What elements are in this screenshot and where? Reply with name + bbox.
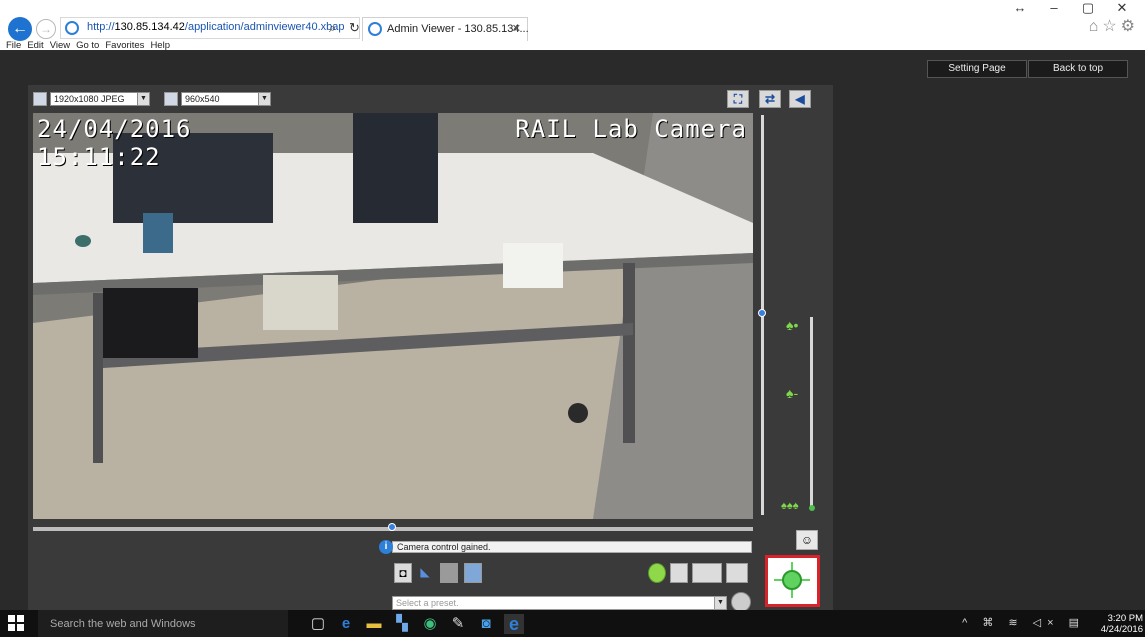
audio-icon[interactable]: ◀ xyxy=(789,90,811,108)
chevron-down-icon[interactable]: ▼ xyxy=(258,93,270,105)
osd-time: 15:11:22 xyxy=(37,143,161,171)
preset-placeholder: Select a preset. xyxy=(396,598,459,608)
menu-bar: File Edit View Go to Favorites Help xyxy=(0,40,1145,52)
file-explorer-icon[interactable]: ▬ xyxy=(364,614,384,634)
search-icon[interactable]: ⌕ xyxy=(329,20,336,36)
back-to-top-button[interactable]: Back to top xyxy=(1028,60,1128,78)
close-window-button[interactable]: ✕ xyxy=(1105,0,1139,16)
minimize-button[interactable]: – xyxy=(1037,0,1071,15)
taskbar-date: 4/24/2016 xyxy=(1100,624,1143,635)
preset-go-button[interactable] xyxy=(731,592,751,612)
camera-video-feed[interactable]: 24/04/2016 15:11:22 RAIL Lab Camera xyxy=(33,113,753,519)
preset-select[interactable]: Select a preset. ▼ xyxy=(392,596,727,610)
zoom-slider-track[interactable] xyxy=(810,317,813,507)
system-tray[interactable]: ^ ⌘ ≋ ◁× ▤ xyxy=(962,616,1085,629)
snapshot-camera-icon[interactable]: ◘ xyxy=(394,563,412,583)
camera-scene-image xyxy=(33,113,753,519)
setting-page-button[interactable]: Setting Page xyxy=(927,60,1027,78)
zoom-mid-icon[interactable]: ♠- xyxy=(786,385,798,401)
resolution-select[interactable]: 1920x1080 JPEG ▼ xyxy=(50,92,150,106)
options-icon[interactable] xyxy=(726,563,748,583)
close-tab-icon[interactable]: ✕ xyxy=(512,22,521,35)
record-icon[interactable]: ◣ xyxy=(416,563,434,583)
zoom-out-icon[interactable]: ♠♠♠ xyxy=(781,500,799,512)
settings-gear-icon[interactable]: ⚙ xyxy=(1121,18,1139,35)
swap-icon[interactable]: ⇄ xyxy=(759,90,781,108)
chevron-down-icon[interactable]: ▼ xyxy=(137,93,149,105)
display-size-icon xyxy=(164,92,178,106)
browser-toolbar-icons: ⌂☆⚙ xyxy=(1089,16,1139,36)
window-controls: ↔ – ▢ ✕ xyxy=(1003,0,1139,16)
brightness-icon[interactable] xyxy=(692,563,722,583)
admin-viewer-app: Setting Page Back to top 1920x1080 JPEG … xyxy=(0,52,1145,612)
crosshair-target-icon xyxy=(782,570,802,590)
menu-file[interactable]: File xyxy=(6,40,21,51)
edge-icon[interactable]: e xyxy=(336,614,356,634)
tilt-slider-handle[interactable] xyxy=(758,309,766,317)
forward-button[interactable]: → xyxy=(36,19,56,39)
status-message: Camera control gained. xyxy=(397,542,491,552)
app-green-icon[interactable]: ◉ xyxy=(420,614,440,634)
taskbar-clock[interactable]: 3:20 PM 4/24/2016 xyxy=(1101,613,1143,635)
osd-date: 24/04/2016 xyxy=(37,115,192,143)
chevron-down-icon[interactable]: ▼ xyxy=(714,597,726,609)
ie-page-icon xyxy=(65,21,79,35)
windows-taskbar: Search the web and Windows ▢ e ▬ ▚ ◉ ✎ ◙… xyxy=(0,610,1145,637)
address-text[interactable]: http://130.85.134.42/application/adminvi… xyxy=(87,21,345,33)
resolution-select-value: 1920x1080 JPEG xyxy=(54,94,125,104)
store-icon[interactable]: ▚ xyxy=(392,614,412,634)
menu-goto[interactable]: Go to xyxy=(76,40,99,51)
maximize-button[interactable]: ▢ xyxy=(1071,0,1105,16)
menu-help[interactable]: Help xyxy=(150,40,170,51)
ie-tab-icon xyxy=(368,22,382,36)
pan-slider-handle[interactable] xyxy=(388,523,396,531)
paint-icon[interactable]: ✎ xyxy=(448,614,468,634)
person-icon[interactable]: ☺ xyxy=(796,530,818,550)
image-format-icon xyxy=(33,92,47,106)
osd-camera-title: RAIL Lab Camera xyxy=(515,115,747,143)
center-camera-button[interactable] xyxy=(765,555,820,607)
resize-icon[interactable]: ↔ xyxy=(1003,0,1037,15)
osd-datetime: 24/04/2016 15:11:22 xyxy=(37,115,192,171)
app-blue-icon[interactable]: ◙ xyxy=(476,614,496,634)
browser-tab[interactable]: Admin Viewer - 130.85.134... ✕ xyxy=(362,17,529,41)
camera-viewer-panel: 1920x1080 JPEG ▼ 960x540 ▼ ⛶ ⇄ ◀ 24/04/2… xyxy=(28,85,833,612)
fullscreen-icon[interactable]: ⛶ xyxy=(727,90,749,108)
display-size-select[interactable]: 960x540 ▼ xyxy=(181,92,271,106)
preset-image-icon[interactable] xyxy=(670,563,688,583)
menu-edit[interactable]: Edit xyxy=(27,40,43,51)
menu-view[interactable]: View xyxy=(50,40,70,51)
gallery-icon[interactable] xyxy=(464,563,482,583)
info-icon: i xyxy=(379,540,393,554)
status-bar: i Camera control gained. xyxy=(379,540,752,554)
address-bar[interactable]: http://130.85.134.42/application/adminvi… xyxy=(60,17,360,39)
home-icon[interactable]: ⌂ xyxy=(1089,18,1103,35)
taskbar-search-placeholder: Search the web and Windows xyxy=(50,618,196,630)
refresh-icon[interactable]: ↻ xyxy=(349,20,360,36)
taskbar-time: 3:20 PM xyxy=(1107,613,1143,624)
internet-explorer-icon[interactable]: e xyxy=(504,614,524,634)
zoom-slider-handle[interactable] xyxy=(809,505,815,511)
zoom-in-icon[interactable]: ♠• xyxy=(786,317,798,333)
task-view-icon[interactable]: ▢ xyxy=(308,614,328,634)
menu-favorites[interactable]: Favorites xyxy=(105,40,144,51)
windows-start-icon[interactable] xyxy=(8,615,24,631)
auto-focus-icon[interactable] xyxy=(648,563,666,583)
taskbar-search[interactable]: Search the web and Windows xyxy=(38,610,288,637)
back-button[interactable]: ← xyxy=(8,17,32,41)
tab-title: Admin Viewer - 130.85.134... xyxy=(387,23,529,35)
stop-icon[interactable] xyxy=(440,563,458,583)
browser-chrome: ← → http://130.85.134.42/application/adm… xyxy=(0,0,1145,52)
favorites-icon[interactable]: ☆ xyxy=(1102,18,1120,35)
display-size-value: 960x540 xyxy=(185,94,220,104)
